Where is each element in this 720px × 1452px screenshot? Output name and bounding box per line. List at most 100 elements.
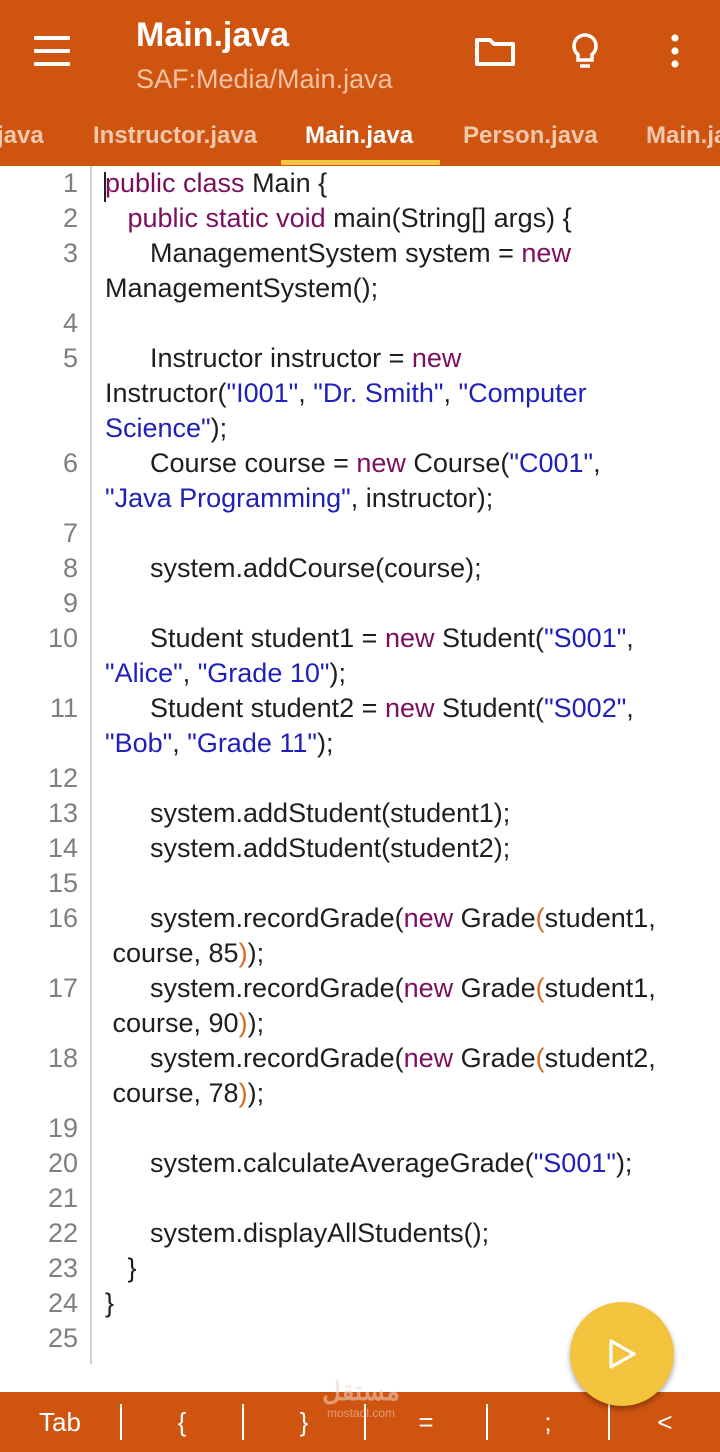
code-text: ); xyxy=(615,1148,633,1178)
code-line: system.displayAllStudents(); xyxy=(105,1216,489,1251)
file-path: SAF:Media/Main.java xyxy=(136,64,393,94)
code-text: , instructor); xyxy=(350,483,494,513)
tab-main-java[interactable]: Main.java xyxy=(305,106,413,166)
code-text: } xyxy=(105,1253,137,1283)
code-text: ManagementSystem system = xyxy=(105,238,522,268)
tab-java[interactable]: java xyxy=(0,106,44,166)
line-number: 9 xyxy=(62,588,78,618)
code-line: "Bob", "Grade 11"); xyxy=(105,726,333,761)
code-editor[interactable]: 1 2 3 4 5 6 7 8 9 10 11 12 13 14 15 16 1… xyxy=(0,166,720,1392)
code-text: Student student2 = xyxy=(105,693,385,723)
tab-instructor-java[interactable]: Instructor.java xyxy=(93,106,257,166)
code-line: system.addStudent(student2); xyxy=(105,831,510,866)
code-bracket-match: ) xyxy=(238,938,248,968)
code-string: "Alice" xyxy=(105,658,183,688)
folder-icon[interactable] xyxy=(470,26,520,76)
watermark-latin: mostaql.com xyxy=(326,1406,396,1420)
lightbulb-icon[interactable] xyxy=(560,26,610,76)
code-string: "S001" xyxy=(544,623,627,653)
code-line: "Java Programming", instructor); xyxy=(105,481,493,516)
line-number: 25 xyxy=(47,1323,78,1353)
code-text: , xyxy=(298,378,314,408)
code-line: public class Main { xyxy=(105,166,327,201)
code-text: student1, xyxy=(544,973,656,1003)
semicolon-key[interactable]: ; xyxy=(488,1392,608,1452)
code-line: Course course = new Course("C001", xyxy=(105,446,601,481)
code-text: ); xyxy=(210,413,228,443)
code-bracket-match: ( xyxy=(535,1043,545,1073)
line-number: 1 xyxy=(62,168,78,198)
code-string: "S002" xyxy=(544,693,627,723)
line-number: 13 xyxy=(47,798,78,828)
line-number: 15 xyxy=(47,868,78,898)
code-text: Student( xyxy=(434,693,545,723)
code-text: ); xyxy=(247,938,265,968)
code-text: Grade xyxy=(453,973,536,1003)
code-line: Instructor("I001", "Dr. Smith", "Compute… xyxy=(105,376,587,411)
code-keyword: new xyxy=(411,343,462,373)
gutter-divider xyxy=(90,166,92,1364)
menu-icon[interactable] xyxy=(32,36,72,66)
code-text: student2, xyxy=(544,1043,656,1073)
line-number: 10 xyxy=(47,623,78,653)
code-keyword: new xyxy=(403,973,454,1003)
code-keyword: new xyxy=(384,693,435,723)
code-line: } xyxy=(105,1286,114,1321)
run-button[interactable] xyxy=(570,1302,674,1406)
code-line: system.calculateAverageGrade("S001"); xyxy=(105,1146,632,1181)
code-text: Course course = xyxy=(105,448,357,478)
code-line: Student student1 = new Student("S001", xyxy=(105,621,634,656)
line-number: 14 xyxy=(47,833,78,863)
line-number: 20 xyxy=(47,1148,78,1178)
code-text: course, 85 xyxy=(105,938,239,968)
code-text: , xyxy=(172,728,188,758)
code-text: , xyxy=(182,658,198,688)
code-text: Student student1 = xyxy=(105,623,385,653)
line-number: 18 xyxy=(47,1043,78,1073)
code-keyword: new xyxy=(403,903,454,933)
line-number: 6 xyxy=(62,448,78,478)
app-bar: Main.java SAF:Media/Main.java xyxy=(0,0,720,106)
code-text: student1, xyxy=(544,903,656,933)
line-number: 22 xyxy=(47,1218,78,1248)
line-number: 21 xyxy=(47,1183,78,1213)
code-line: Student student2 = new Student("S002", xyxy=(105,691,634,726)
code-text: Course( xyxy=(405,448,510,478)
code-text: Instructor instructor = xyxy=(105,343,412,373)
code-keyword: new xyxy=(384,623,435,653)
code-string: "I001" xyxy=(226,378,299,408)
code-text: system.displayAllStudents(); xyxy=(105,1218,490,1248)
code-line: system.addCourse(course); xyxy=(105,551,482,586)
code-text: , xyxy=(626,623,634,653)
open-brace-key[interactable]: { xyxy=(122,1392,242,1452)
tab-main-java-2[interactable]: Main.ja xyxy=(646,106,720,166)
code-text: , xyxy=(593,448,601,478)
code-text: Instructor( xyxy=(105,378,227,408)
code-text: ); xyxy=(316,728,334,758)
line-number: 3 xyxy=(62,238,78,268)
file-tabs: java Instructor.java Main.java Person.ja… xyxy=(0,106,720,166)
code-line: ManagementSystem system = new xyxy=(105,236,571,271)
code-text: ); xyxy=(247,1078,265,1108)
more-vertical-icon[interactable] xyxy=(650,26,700,76)
tab-person-java[interactable]: Person.java xyxy=(463,106,598,166)
line-number: 17 xyxy=(47,973,78,1003)
code-bracket-match: ( xyxy=(535,903,545,933)
code-text: Grade xyxy=(453,903,536,933)
code-text: ); xyxy=(329,658,346,688)
code-line: Science"); xyxy=(105,411,227,446)
code-line: course, 90)); xyxy=(105,1006,265,1041)
code-line: public static void main(String[] args) { xyxy=(105,201,572,236)
code-keyword: new xyxy=(403,1043,454,1073)
code-text: ); xyxy=(247,1008,265,1038)
code-line: course, 85)); xyxy=(105,936,265,971)
code-bracket-match: ) xyxy=(238,1008,248,1038)
line-number: 8 xyxy=(62,553,78,583)
line-number: 5 xyxy=(62,343,78,373)
code-text: Main { xyxy=(244,168,328,198)
line-number: 12 xyxy=(47,763,78,793)
code-text: system.recordGrade( xyxy=(105,903,404,933)
tab-key[interactable]: Tab xyxy=(0,1392,120,1452)
code-line: system.addStudent(student1); xyxy=(105,796,510,831)
code-text: Grade xyxy=(453,1043,536,1073)
